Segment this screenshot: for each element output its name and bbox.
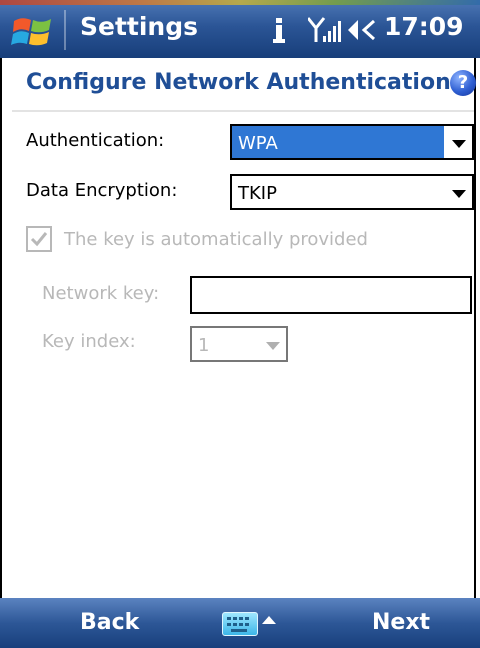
input-menu-arrow-icon[interactable] (262, 616, 276, 624)
next-softkey[interactable]: Next (372, 610, 430, 635)
window-frame (0, 0, 476, 646)
title-accent-stripe (0, 0, 480, 5)
key-index-label: Key index: (42, 331, 136, 352)
authentication-label: Authentication: (26, 130, 165, 151)
chevron-down-icon (266, 342, 280, 350)
clock-time[interactable]: 17:09 (384, 12, 464, 41)
checkmark-icon (30, 232, 48, 247)
data-encryption-value: TKIP (238, 183, 277, 204)
connectivity-icon[interactable] (272, 18, 286, 44)
data-encryption-dropdown[interactable]: TKIP (230, 174, 474, 210)
network-key-label: Network key: (42, 283, 160, 304)
page-title: Configure Network Authentication (26, 70, 451, 95)
auto-key-label: The key is automatically provided (64, 229, 368, 250)
signal-icon[interactable] (308, 16, 342, 44)
chevron-down-icon (452, 140, 466, 148)
help-icon[interactable]: ? (450, 70, 476, 96)
authentication-value: WPA (238, 133, 278, 154)
key-index-dropdown[interactable]: 1 (190, 326, 288, 362)
title-separator (64, 10, 66, 50)
data-encryption-label: Data Encryption: (26, 180, 178, 201)
back-softkey[interactable]: Back (80, 610, 139, 635)
heading-divider (12, 110, 474, 112)
chevron-down-icon (452, 190, 466, 198)
windows-start-icon[interactable] (10, 13, 56, 51)
key-index-value: 1 (198, 335, 210, 356)
softkey-bar: Back Next (0, 598, 480, 648)
network-key-field[interactable] (190, 276, 472, 314)
app-title: Settings (80, 12, 199, 41)
title-bar: Settings 17:09 (0, 0, 480, 58)
volume-icon[interactable] (348, 18, 378, 42)
keyboard-icon[interactable] (222, 612, 258, 636)
auto-key-checkbox[interactable] (26, 226, 52, 252)
authentication-dropdown[interactable]: WPA (230, 124, 474, 160)
